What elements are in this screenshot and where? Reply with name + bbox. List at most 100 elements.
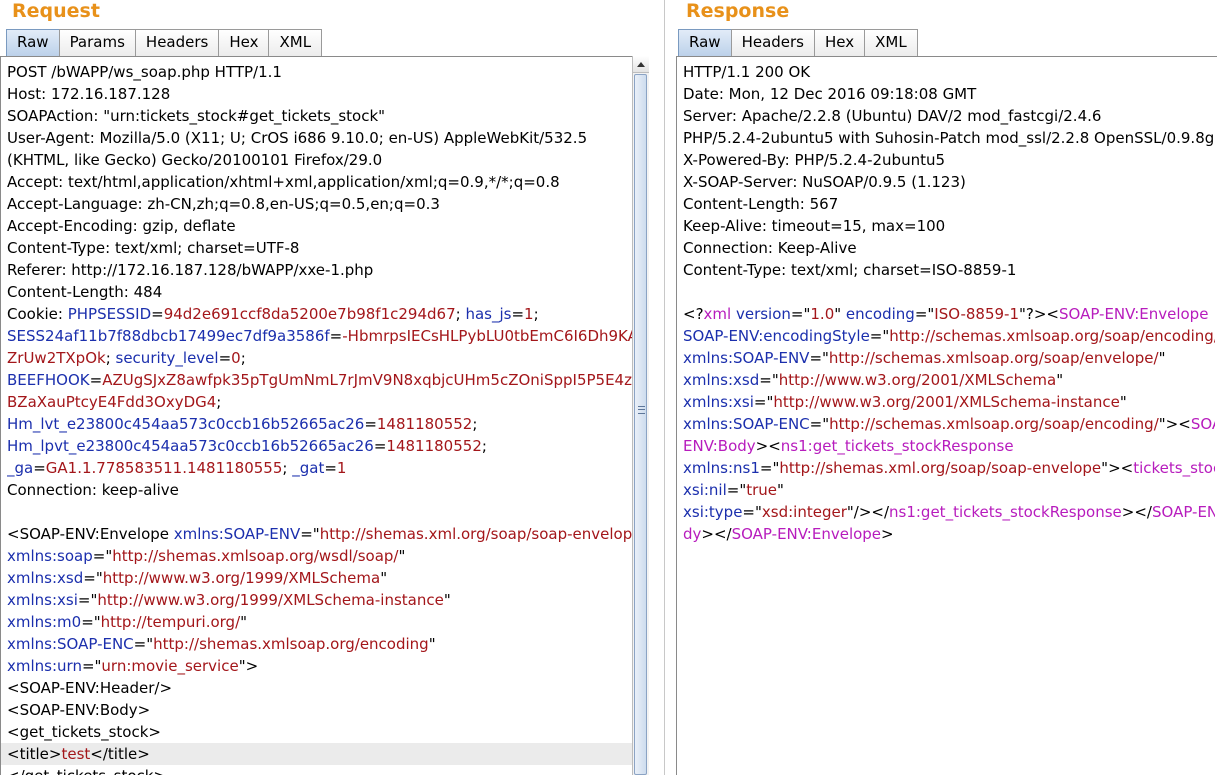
- syntax-token-attr: xmlns:SOAP-ENC: [7, 635, 134, 653]
- request-tab-headers[interactable]: Headers: [134, 29, 220, 56]
- syntax-token-punc: <SOAP-ENV:Envelope: [7, 525, 174, 543]
- syntax-token-punc: ></: [1121, 503, 1152, 521]
- syntax-token-val: true: [746, 481, 778, 499]
- response-line: Date: Mon, 12 Dec 2016 09:18:08 GMT: [683, 83, 1215, 105]
- scrollbar-thumb[interactable]: [634, 74, 647, 775]
- scroll-up-arrow-icon[interactable]: [633, 56, 649, 73]
- syntax-token-val: http://schemas.xmlsoap.org/soap/encoding…: [889, 327, 1215, 345]
- response-tab-headers[interactable]: Headers: [730, 29, 815, 56]
- syntax-token-ptag: ns1:get_tickets_stockResponse: [889, 503, 1122, 521]
- request-line: Referer: http://172.16.187.128/bWAPP/xxe…: [7, 259, 646, 281]
- syntax-token-punc: ": [240, 613, 248, 631]
- request-line: <title>test</title>: [1, 743, 646, 765]
- syntax-token-punc: =": [77, 591, 98, 609]
- syntax-token-punc: "><: [1158, 415, 1191, 433]
- request-tab-raw[interactable]: Raw: [6, 29, 60, 56]
- response-editor[interactable]: HTTP/1.1 200 OK Date: Mon, 12 Dec 2016 09…: [676, 56, 1217, 775]
- syntax-token-punc: ;: [533, 305, 539, 323]
- syntax-token-punc: ></: [701, 525, 732, 543]
- syntax-token-hdr: Keep-Alive: timeout=15, max=100: [683, 217, 946, 235]
- syntax-token-punc: ;: [455, 305, 466, 323]
- syntax-token-punc: ;: [240, 349, 246, 367]
- syntax-token-punc: ;: [481, 437, 487, 455]
- syntax-token-hdr: Accept-Encoding: gzip, deflate: [7, 217, 236, 235]
- syntax-token-hdr: X-SOAP-Server: NuSOAP/0.9.5 (1.123): [683, 173, 966, 191]
- request-line: Content-Type: text/xml; charset=UTF-8: [7, 237, 646, 259]
- request-line: Cookie: PHPSESSID=94d2e691ccf8da5200e7b9…: [7, 303, 646, 325]
- syntax-token-punc: ": [1158, 349, 1166, 367]
- request-scrollbar[interactable]: [632, 56, 649, 775]
- response-raw-text[interactable]: HTTP/1.1 200 OK Date: Mon, 12 Dec 2016 09…: [683, 61, 1215, 545]
- syntax-token-val: http://shemas.xml.org/soap/soap-envelope: [779, 459, 1102, 477]
- syntax-token-hdr: Host: 172.16.187.128: [7, 85, 171, 103]
- response-tab-hex[interactable]: Hex: [814, 29, 866, 56]
- syntax-token-ptag: SOAP-ENV:Envelope: [731, 525, 882, 543]
- syntax-token-punc: ": [428, 635, 436, 653]
- request-tab-hex[interactable]: Hex: [218, 29, 270, 56]
- syntax-token-hdr: PHP/5.2.4-2ubuntu5 with Suhosin-Patch mo…: [683, 129, 1215, 147]
- syntax-token-hdr: Content-Length: 567: [683, 195, 839, 213]
- syntax-token-val: BZaXauPtcyE4Fdd3OxyDG4: [7, 393, 217, 411]
- syntax-token-punc: ;: [105, 349, 116, 367]
- request-tab-bar: Raw Params Headers Hex XML: [6, 29, 323, 56]
- request-editor[interactable]: POST /bWAPP/ws_soap.php HTTP/1.1 Host: 17…: [0, 56, 649, 775]
- request-line: Hm_lpvt_e23800c454aa573c0ccb16b52665ac26…: [7, 435, 646, 457]
- request-raw-text[interactable]: POST /bWAPP/ws_soap.php HTTP/1.1 Host: 17…: [1, 61, 646, 775]
- syntax-token-val: http://shemas.xmlsoap.org/encoding: [153, 635, 429, 653]
- syntax-token-punc: =: [218, 349, 232, 367]
- request-line: (KHTML, like Gecko) Gecko/20100101 Firef…: [7, 149, 646, 171]
- request-line: BEEFHOOK=AZUgSJxZ8awfpk35pTgUmNmL7rJmV9N…: [7, 369, 646, 391]
- syntax-token-punc: "?><: [1019, 305, 1059, 323]
- syntax-token-attr: Hm_lpvt_e23800c454aa573c0ccb16b52665ac26: [7, 437, 374, 455]
- panel-splitter[interactable]: [662, 0, 674, 775]
- response-title: Response: [686, 0, 790, 22]
- syntax-token-val: http://www.w3.org/2001/XMLSchema: [778, 371, 1057, 389]
- syntax-token-attr: has_js: [465, 305, 512, 323]
- response-line: xsi:nil="true": [683, 479, 1215, 501]
- syntax-token-hdr: Connection: keep-alive: [7, 481, 179, 499]
- response-line: Server: Apache/2.2.8 (Ubuntu) DAV/2 mod_…: [683, 105, 1215, 127]
- syntax-token-punc: =": [809, 415, 830, 433]
- syntax-token-punc: "/></: [846, 503, 890, 521]
- syntax-token-hdr: User-Agent: Mozilla/5.0 (X11; U; CrOS i6…: [7, 129, 588, 147]
- syntax-token-hdr: Accept: text/html,application/xhtml+xml,…: [7, 173, 560, 191]
- syntax-token-attr: security_level: [115, 349, 219, 367]
- syntax-token-attr: xmlns:m0: [7, 613, 82, 631]
- syntax-token-val: 1481180552: [376, 415, 473, 433]
- request-title: Request: [12, 0, 100, 22]
- request-tab-xml[interactable]: XML: [268, 29, 323, 56]
- response-line: <?xml version="1.0" encoding="ISO-8859-1…: [683, 303, 1215, 325]
- request-line: BZaXauPtcyE4Fdd3OxyDG4;: [7, 391, 646, 413]
- request-line: Host: 172.16.187.128: [7, 83, 646, 105]
- syntax-token-punc: <?: [683, 305, 704, 323]
- syntax-token-val: urn:movie_service: [101, 657, 239, 675]
- syntax-token-ptag: ENV:Body: [683, 437, 756, 455]
- grip-icon: [638, 406, 645, 414]
- response-line: PHP/5.2.4-2ubuntu5 with Suhosin-Patch mo…: [683, 127, 1215, 149]
- response-tab-xml[interactable]: XML: [864, 29, 918, 56]
- request-line: xmlns:urn="urn:movie_service">: [7, 655, 646, 677]
- syntax-token-attr: xmlns:SOAP-ENC: [683, 415, 810, 433]
- response-panel: Response Raw Headers Hex XML HTTP/1.1 200 O…: [674, 0, 1217, 775]
- syntax-token-val: AZUgSJxZ8awfpk35pTgUmNmL7rJmV9N8xqbjcUHm…: [102, 371, 646, 389]
- request-tab-params[interactable]: Params: [58, 29, 136, 56]
- syntax-token-val: 1: [524, 305, 534, 323]
- response-line: X-Powered-By: PHP/5.2.4-2ubuntu5: [683, 149, 1215, 171]
- syntax-token-punc: =": [83, 569, 103, 587]
- syntax-token-punc: =: [151, 305, 164, 323]
- request-panel: Request Raw Params Headers Hex XML POST /bWA…: [0, 0, 662, 775]
- syntax-token-hdr: Server: Apache/2.2.8 (Ubuntu) DAV/2 mod_…: [683, 107, 1102, 125]
- syntax-token-attr: xmlns:xsd: [683, 371, 760, 389]
- syntax-token-val: 1.0: [810, 305, 835, 323]
- syntax-token-val: http://schemas.xmlsoap.org/soap/envelope…: [828, 349, 1159, 367]
- response-tab-raw[interactable]: Raw: [678, 29, 732, 56]
- syntax-token-attr: BEEFHOOK: [7, 371, 90, 389]
- syntax-token-hdr: HTTP/1.1 200 OK: [683, 63, 811, 81]
- syntax-token-punc: ;: [216, 393, 222, 411]
- syntax-token-punc: ": [398, 547, 406, 565]
- syntax-token-hdr: Referer: http://172.16.187.128/bWAPP/xxe…: [7, 261, 374, 279]
- syntax-token-attr: _ga: [7, 459, 34, 477]
- request-line: Connection: keep-alive: [7, 479, 646, 501]
- syntax-token-val: http://schemas.xmlsoap.org/soap/encoding…: [829, 415, 1159, 433]
- syntax-token-hdr: (KHTML, like Gecko) Gecko/20100101 Firef…: [7, 151, 383, 169]
